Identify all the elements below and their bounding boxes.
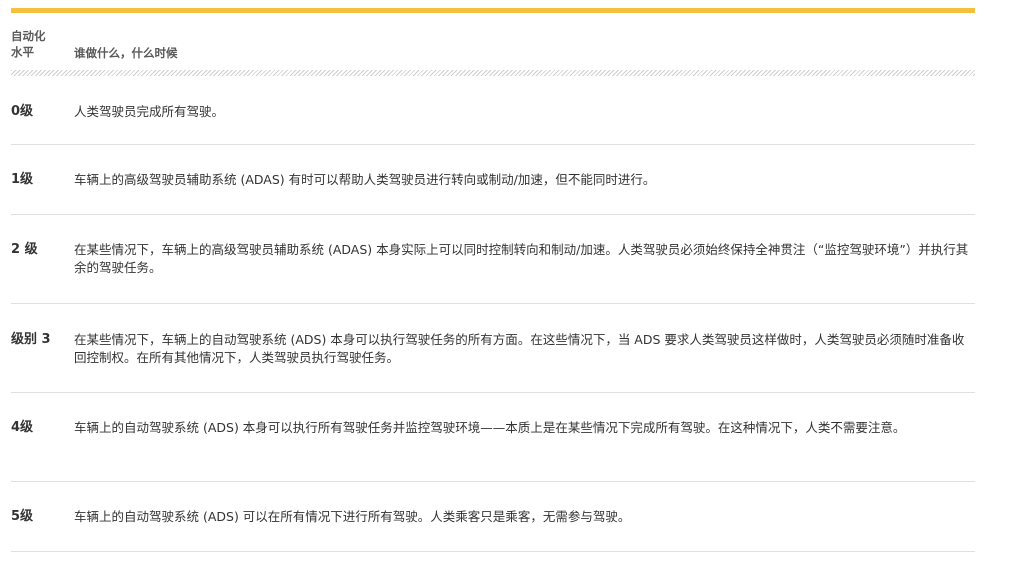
row-level: 0级 <box>11 104 34 119</box>
row-level: 4级 <box>11 420 34 435</box>
row-level: 5级 <box>11 509 34 524</box>
row-description: 在某些情况下，车辆上的高级驾驶员辅助系统 (ADAS) 本身实际上可以同时控制转… <box>74 242 969 275</box>
row-description: 车辆上的自动驾驶系统 (ADS) 可以在所有情况下进行所有驾驶。人类乘客只是乘客… <box>74 509 631 524</box>
automation-levels-table: 自动化 水平 谁做什么，什么时候 0级 人类驾驶员完成所有驾驶。 1级 车辆上的… <box>11 8 975 552</box>
row-level: 1级 <box>11 172 34 187</box>
row-description: 在某些情况下，车辆上的自动驾驶系统 (ADS) 本身可以执行驾驶任务的所有方面。… <box>74 332 965 365</box>
row-description: 车辆上的自动驾驶系统 (ADS) 本身可以执行所有驾驶任务并监控驾驶环境——本质… <box>74 420 906 435</box>
row-description: 人类驾驶员完成所有驾驶。 <box>74 104 225 119</box>
table-row: 级别 3 在某些情况下，车辆上的自动驾驶系统 (ADS) 本身可以执行驾驶任务的… <box>11 304 975 393</box>
table-header: 自动化 水平 谁做什么，什么时候 <box>11 13 975 70</box>
table-row: 5级 车辆上的自动驾驶系统 (ADS) 可以在所有情况下进行所有驾驶。人类乘客只… <box>11 482 975 552</box>
table-row: 0级 人类驾驶员完成所有驾驶。 <box>11 76 975 145</box>
header-description-column: 谁做什么，什么时候 <box>74 46 178 60</box>
table-row: 2 级 在某些情况下，车辆上的高级驾驶员辅助系统 (ADAS) 本身实际上可以同… <box>11 215 975 304</box>
header-level-column: 自动化 水平 <box>11 29 46 59</box>
row-level: 级别 3 <box>11 332 51 347</box>
row-level: 2 级 <box>11 242 38 257</box>
table-row: 4级 车辆上的自动驾驶系统 (ADS) 本身可以执行所有驾驶任务并监控驾驶环境—… <box>11 393 975 482</box>
table-row: 1级 车辆上的高级驾驶员辅助系统 (ADAS) 有时可以帮助人类驾驶员进行转向或… <box>11 145 975 215</box>
row-description: 车辆上的高级驾驶员辅助系统 (ADAS) 有时可以帮助人类驾驶员进行转向或制动/… <box>74 172 656 187</box>
